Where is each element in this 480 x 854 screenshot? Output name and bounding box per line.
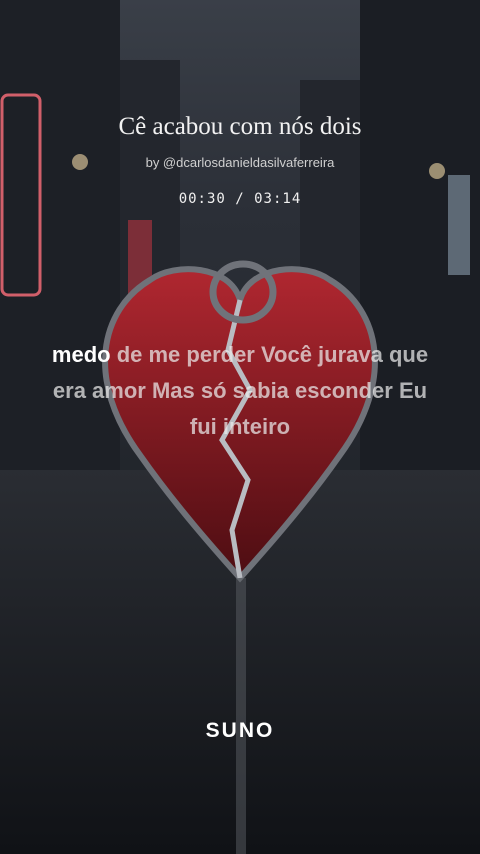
street-light-panel [448, 175, 470, 275]
current-lyric-word: medo [51, 342, 111, 367]
suno-logo: SUNO [205, 719, 275, 742]
heart-reflection [236, 578, 246, 854]
artist-byline: by @dcarlosdanieldasilvaferreira [145, 155, 335, 170]
playback-time: 00:30 / 03:14 [178, 191, 302, 207]
player-screen: Cê acabou com nós dois by @dcarlosdaniel… [0, 0, 480, 854]
song-title: Cê acabou com nós dois [118, 113, 362, 140]
lyrics-block: medo de me perder Você jurava que era am… [40, 337, 440, 445]
